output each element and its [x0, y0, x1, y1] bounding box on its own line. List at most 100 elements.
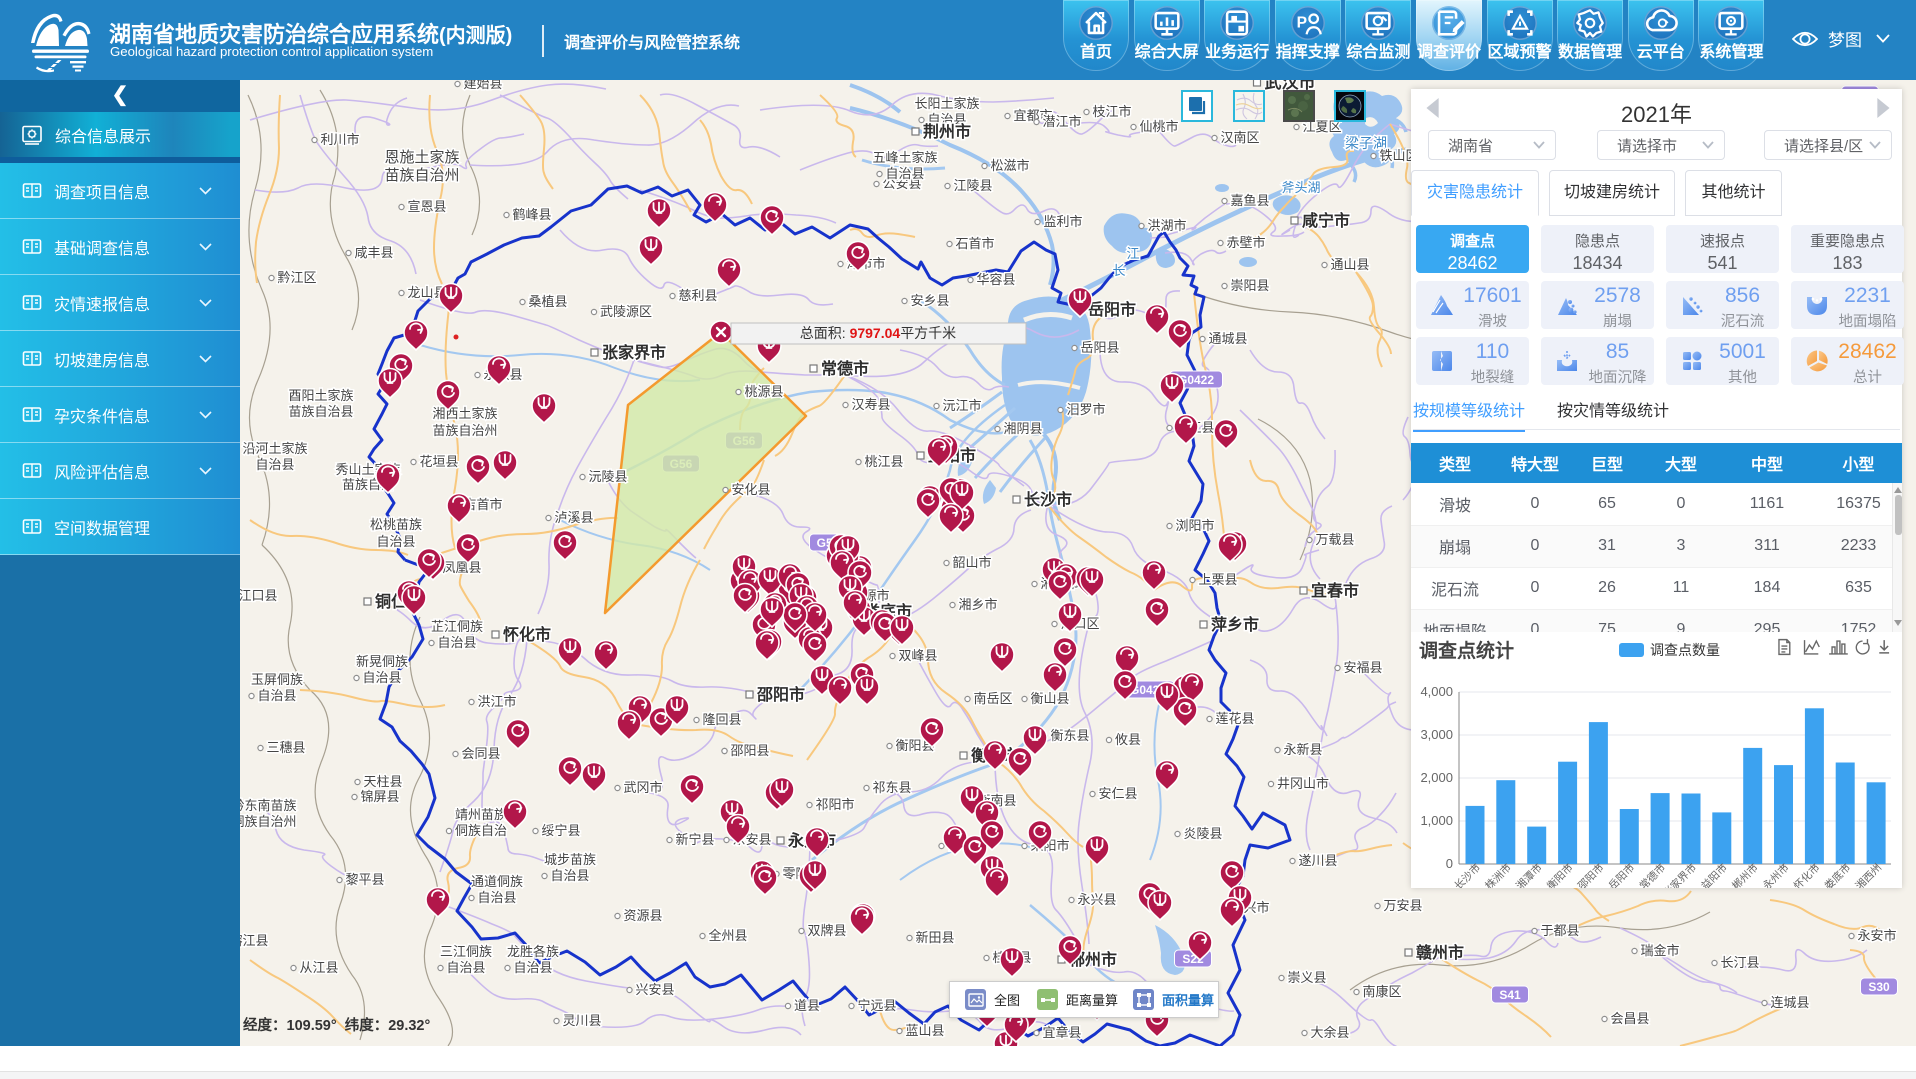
svg-text:长沙市: 长沙市: [1024, 490, 1072, 509]
svg-text:兴安县: 兴安县: [635, 982, 674, 997]
svg-text:岳阳市: 岳阳市: [1088, 300, 1136, 319]
svg-text:江: 江: [1126, 246, 1139, 261]
svg-text:通山县: 通山县: [1330, 257, 1369, 272]
svg-text:华容县: 华容县: [976, 272, 1015, 287]
svg-text:黎平县: 黎平县: [345, 872, 384, 887]
svg-text:潜江市: 潜江市: [1042, 114, 1081, 129]
svg-text:五峰土家族: 五峰土家族: [872, 150, 937, 165]
svg-text:斧头湖: 斧头湖: [1281, 180, 1320, 195]
svg-text:大余县: 大余县: [1310, 1025, 1349, 1040]
svg-text:怀化市: 怀化市: [1791, 861, 1822, 888]
svg-text:衡东县: 衡东县: [1050, 728, 1089, 743]
svg-text:自治县: 自治县: [477, 890, 516, 905]
svg-text:邵阳市: 邵阳市: [1575, 861, 1606, 888]
svg-text:萍乡市: 萍乡市: [1211, 615, 1259, 634]
svg-text:崇义县: 崇义县: [1287, 970, 1326, 985]
svg-text:自治县: 自治县: [376, 534, 415, 549]
svg-text:张家界市: 张家界市: [1660, 861, 1699, 888]
svg-text:通道侗族: 通道侗族: [471, 874, 523, 889]
svg-text:汉南区: 汉南区: [1220, 130, 1259, 145]
svg-text:自治县: 自治县: [885, 166, 924, 181]
svg-text:万载县: 万载县: [1315, 532, 1354, 547]
svg-text:自治县: 自治县: [446, 960, 485, 975]
svg-text:岳阳市: 岳阳市: [1606, 861, 1637, 888]
svg-text:松滋市: 松滋市: [990, 158, 1029, 173]
svg-text:4,000: 4,000: [1420, 684, 1453, 699]
svg-text:湘阴县: 湘阴县: [1003, 421, 1042, 436]
svg-text:祁东县: 祁东县: [872, 780, 911, 795]
svg-text:自治县: 自治县: [362, 670, 401, 685]
svg-text:洪江市: 洪江市: [477, 694, 516, 709]
svg-text:利川市: 利川市: [320, 132, 359, 147]
svg-text:邵阳县: 邵阳县: [730, 743, 769, 758]
svg-text:长汀县: 长汀县: [1720, 955, 1759, 970]
svg-text:湘西州: 湘西州: [1853, 861, 1884, 888]
svg-text:酉阳土家族: 酉阳土家族: [288, 388, 353, 403]
svg-text:浏阳市: 浏阳市: [1175, 518, 1214, 533]
svg-text:宁远县: 宁远县: [857, 998, 896, 1013]
svg-text:凤凰县: 凤凰县: [442, 560, 481, 575]
svg-text:黔江区: 黔江区: [277, 270, 316, 285]
svg-text:郴州市: 郴州市: [1729, 861, 1760, 888]
svg-text:桃江县: 桃江县: [864, 454, 903, 469]
svg-text:安乡县: 安乡县: [910, 293, 949, 308]
svg-text:炎陵县: 炎陵县: [1183, 826, 1222, 841]
svg-text:自治县: 自治县: [513, 960, 552, 975]
svg-text:1,000: 1,000: [1420, 813, 1453, 828]
svg-text:龙胜各族: 龙胜各族: [507, 944, 559, 959]
svg-text:鹤峰县: 鹤峰县: [512, 207, 551, 222]
svg-text:安福县: 安福县: [1343, 660, 1382, 675]
svg-text:咸宁市: 咸宁市: [1302, 211, 1350, 230]
svg-text:湘西土家族: 湘西土家族: [432, 406, 497, 421]
svg-text:益阳市: 益阳市: [1698, 861, 1729, 888]
svg-text:枝江市: 枝江市: [1092, 104, 1131, 119]
svg-text:苗族自治州: 苗族自治州: [384, 167, 459, 184]
svg-text:崇阳县: 崇阳县: [1230, 278, 1269, 293]
svg-text:新宁县: 新宁县: [675, 832, 714, 847]
svg-text:南岳区: 南岳区: [973, 691, 1012, 706]
svg-text:新田县: 新田县: [915, 930, 954, 945]
svg-text:仙桃市: 仙桃市: [1139, 119, 1178, 134]
svg-text:芷江侗族: 芷江侗族: [431, 619, 483, 634]
svg-text:祁阳市: 祁阳市: [815, 797, 854, 812]
svg-text:于都县: 于都县: [1540, 923, 1579, 938]
svg-text:长沙市: 长沙市: [1452, 861, 1483, 888]
svg-text:韶山市: 韶山市: [952, 555, 991, 570]
svg-text:玉屏侗族: 玉屏侗族: [251, 672, 303, 687]
svg-text:张家界市: 张家界市: [602, 343, 666, 362]
svg-text:蓝山县: 蓝山县: [905, 1023, 944, 1038]
svg-text:汉寿县: 汉寿县: [851, 397, 890, 412]
svg-text:监利市: 监利市: [1043, 214, 1082, 229]
svg-text:城步苗族: 城步苗族: [544, 852, 596, 867]
svg-text:绥宁县: 绥宁县: [541, 823, 580, 838]
svg-text:衡山县: 衡山县: [1030, 691, 1069, 706]
svg-text:咸丰县: 咸丰县: [354, 245, 393, 260]
svg-text:上栗县: 上栗县: [1198, 572, 1237, 587]
svg-text:沅江市: 沅江市: [942, 398, 981, 413]
svg-text:赣州市: 赣州市: [1416, 943, 1464, 962]
svg-text:桑植县: 桑植县: [528, 294, 567, 309]
svg-text:瑞金市: 瑞金市: [1640, 943, 1679, 958]
svg-text:莲花县: 莲花县: [1215, 711, 1254, 726]
svg-text:湘乡市: 湘乡市: [958, 597, 997, 612]
svg-text:沿河土家族: 沿河土家族: [242, 441, 307, 456]
svg-text:泸溪县: 泸溪县: [554, 510, 593, 525]
svg-text:长阳土家族: 长阳土家族: [914, 96, 979, 111]
svg-text:江口县: 江口县: [238, 588, 277, 603]
svg-text:娄底市: 娄底市: [1822, 861, 1853, 888]
svg-text:武陵源区: 武陵源区: [600, 304, 652, 319]
svg-text:宜章县: 宜章县: [1042, 1025, 1081, 1040]
svg-text:天柱县: 天柱县: [363, 774, 402, 789]
svg-text:自治县: 自治县: [437, 635, 476, 650]
svg-text:三江侗族: 三江侗族: [440, 944, 492, 959]
svg-text:道县: 道县: [794, 998, 820, 1013]
svg-text:汨罗市: 汨罗市: [1066, 402, 1105, 417]
svg-text:黔东南苗族: 黔东南苗族: [231, 798, 296, 813]
svg-text:邵阳市: 邵阳市: [756, 685, 805, 704]
svg-text:建始县: 建始县: [463, 80, 502, 91]
svg-text:苗族自治县: 苗族自治县: [288, 404, 353, 419]
svg-text:自治县: 自治县: [550, 868, 589, 883]
svg-text:0: 0: [1446, 856, 1453, 871]
svg-text:新晃侗族: 新晃侗族: [356, 654, 408, 669]
svg-text:宣恩县: 宣恩县: [407, 199, 446, 214]
